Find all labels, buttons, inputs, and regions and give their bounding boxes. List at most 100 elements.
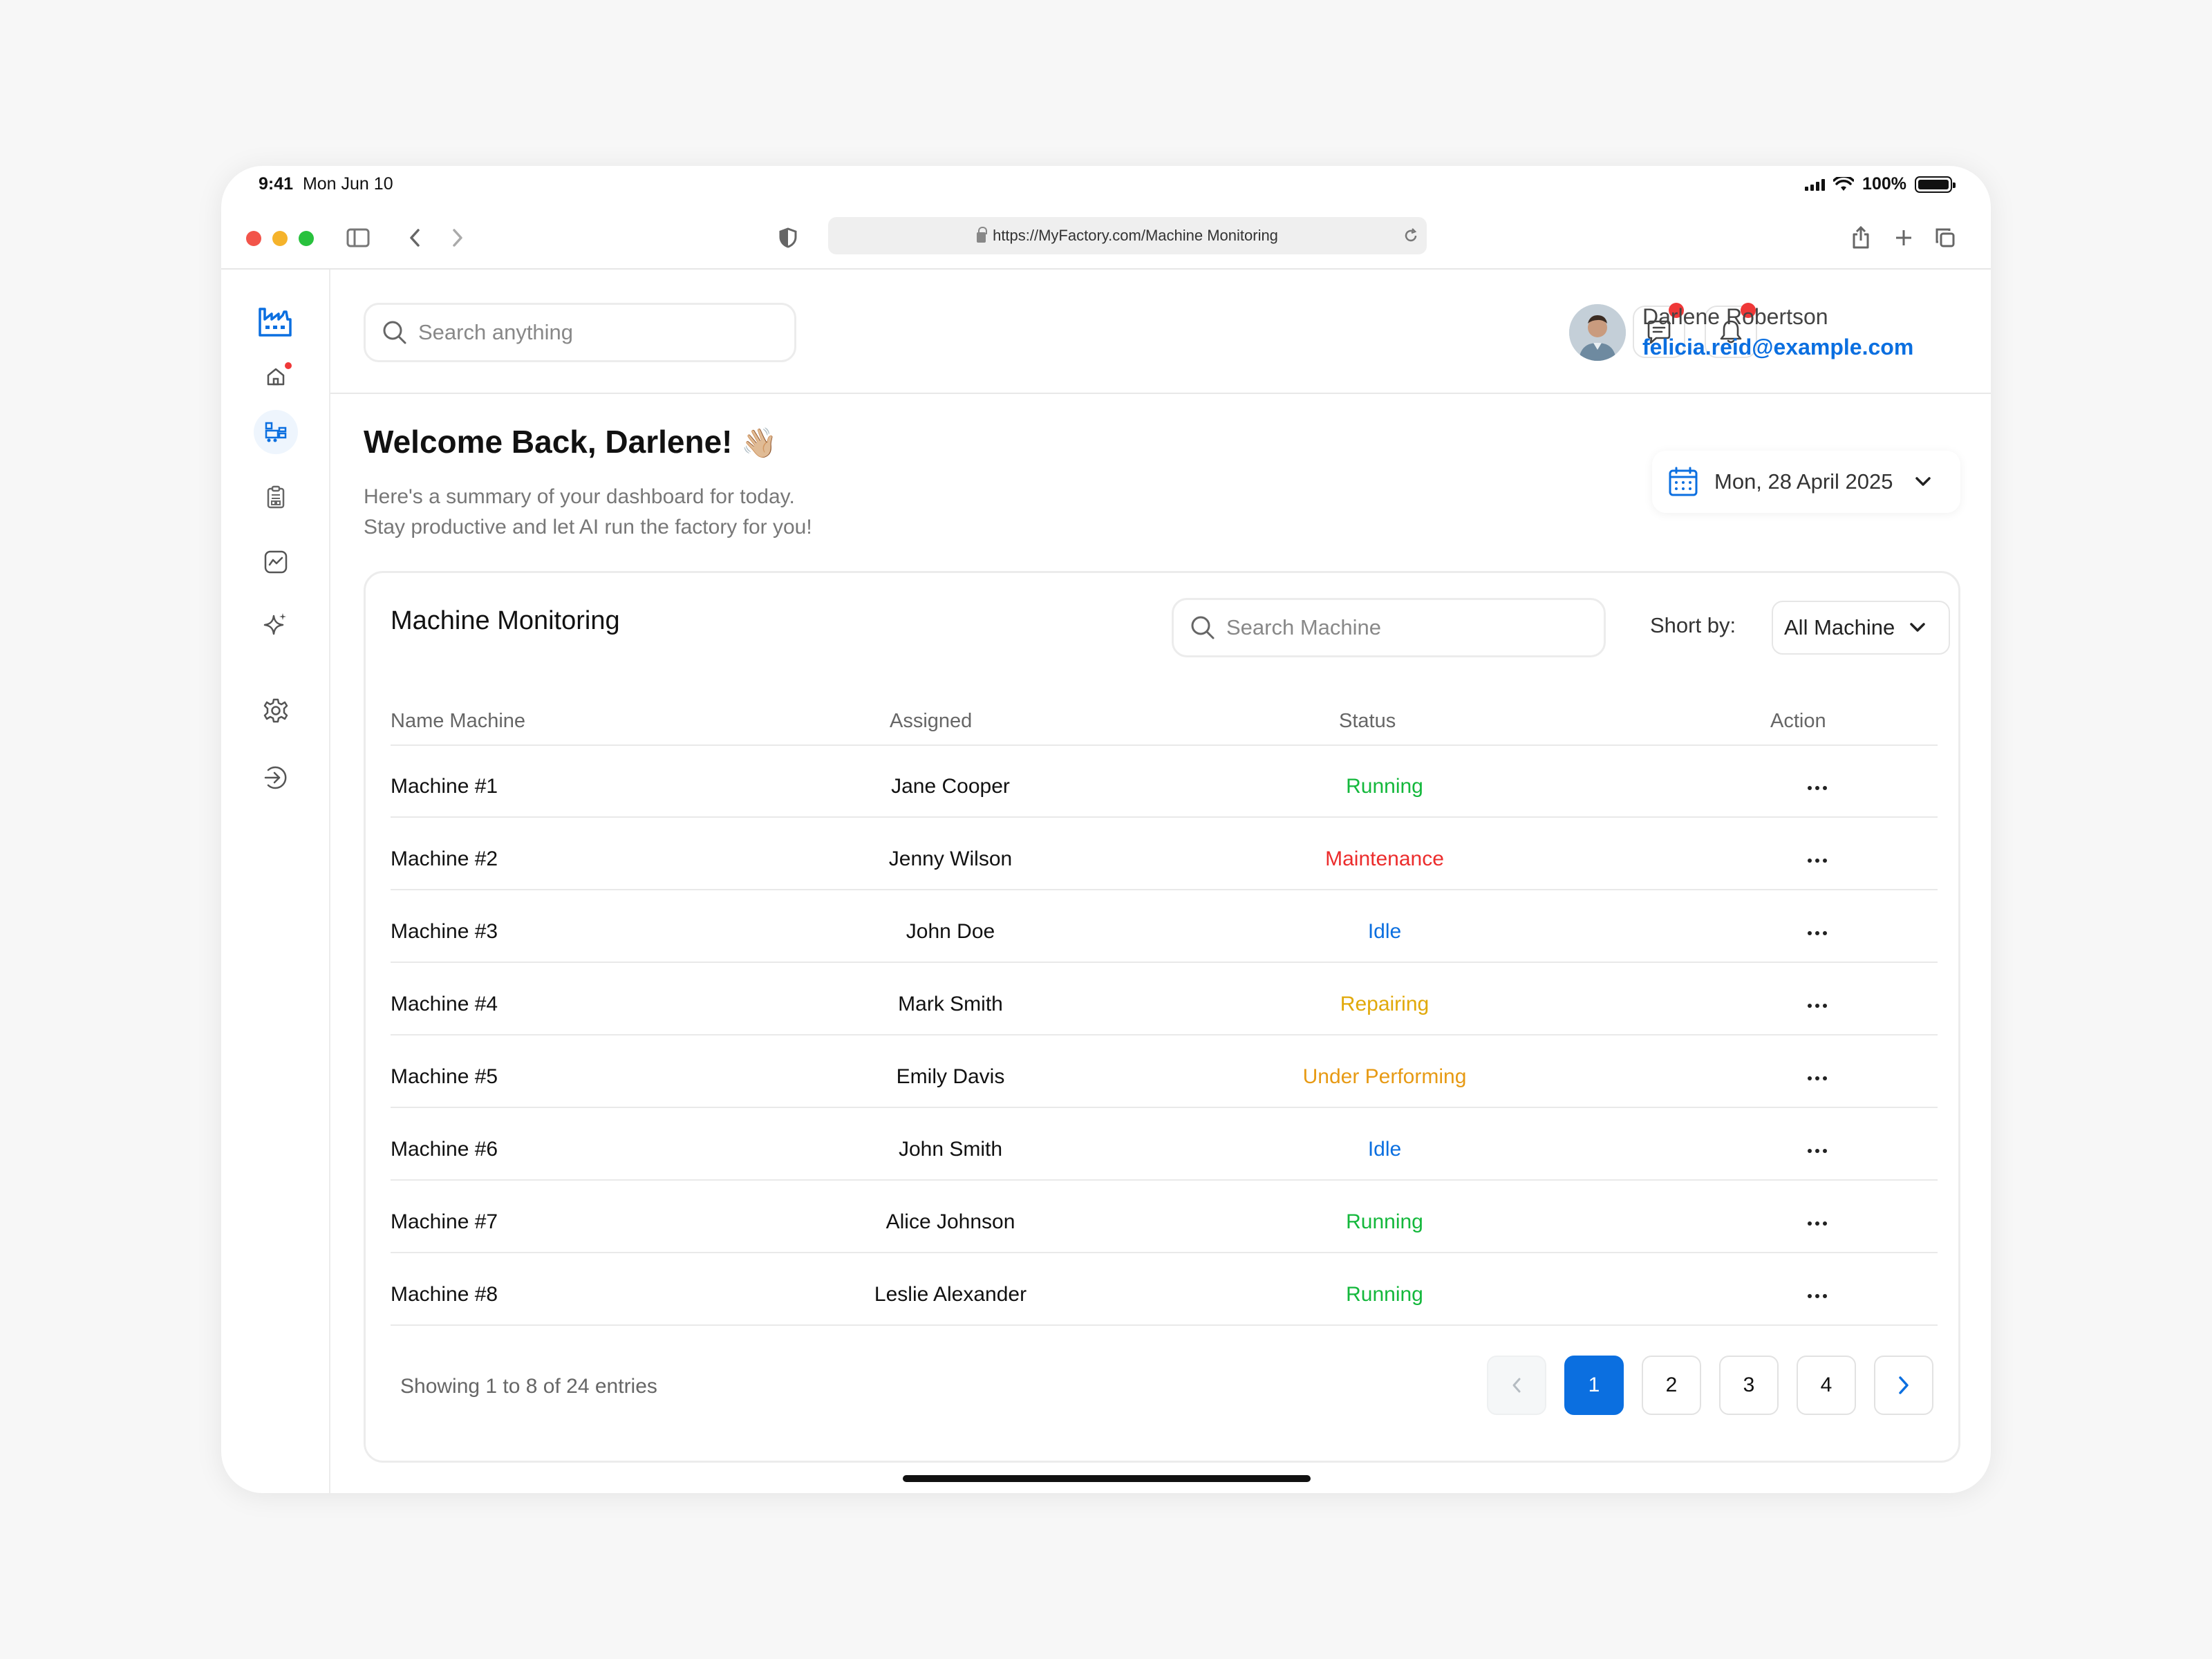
status-label: Maintenance xyxy=(1325,847,1444,870)
calendar-icon xyxy=(1669,467,1698,496)
chevron-right-icon xyxy=(1899,1376,1909,1394)
machine-name: Machine #2 xyxy=(391,847,498,870)
row-divider xyxy=(391,1107,1938,1108)
date-label: Mon, 28 April 2025 xyxy=(1714,469,1893,494)
status-label: Repairing xyxy=(1340,993,1430,1015)
tablet-frame: 9:41 Mon Jun 10 100% https://MyFactory.c… xyxy=(221,166,1991,1493)
assigned-person: Alice Johnson xyxy=(885,1210,1015,1233)
avatar[interactable] xyxy=(1569,304,1626,361)
row-divider xyxy=(391,962,1938,963)
logout-icon[interactable] xyxy=(259,760,293,795)
status-label: Running xyxy=(1346,775,1423,798)
new-tab-icon[interactable] xyxy=(1890,224,1918,252)
share-icon[interactable] xyxy=(1847,224,1875,252)
battery-icon xyxy=(1915,176,1956,193)
status-label: Running xyxy=(1346,1210,1423,1233)
welcome-subtitle-line1: Here's a summary of your dashboard for t… xyxy=(364,485,795,508)
forward-icon[interactable] xyxy=(444,224,471,252)
url-text: https://MyFactory.com/Machine Monitoring xyxy=(993,227,1278,244)
status-bar: 9:41 Mon Jun 10 100% xyxy=(221,166,1991,206)
more-actions-icon[interactable] xyxy=(1808,1294,1827,1298)
assigned-person: Jenny Wilson xyxy=(888,847,1013,870)
row-divider xyxy=(391,1324,1938,1326)
more-actions-icon[interactable] xyxy=(1808,859,1827,863)
machine-name: Machine #3 xyxy=(391,920,498,943)
row-divider xyxy=(391,889,1938,890)
shield-icon[interactable] xyxy=(774,224,802,252)
more-actions-icon[interactable] xyxy=(1808,931,1827,935)
status-label: Under Performing xyxy=(1302,1065,1467,1088)
clipboard-icon[interactable] xyxy=(259,480,293,514)
row-divider xyxy=(391,1034,1938,1035)
tabs-overview-icon[interactable] xyxy=(1931,224,1959,252)
back-icon[interactable] xyxy=(401,224,429,252)
page-button-4[interactable]: 4 xyxy=(1797,1356,1856,1415)
status-label: Running xyxy=(1346,1283,1423,1306)
next-page-button[interactable] xyxy=(1874,1356,1933,1415)
status-label: Idle xyxy=(1367,1138,1402,1161)
entries-info: Showing 1 to 8 of 24 entries xyxy=(400,1375,657,1398)
chevron-left-icon xyxy=(1512,1378,1521,1393)
user-email: felicia.reid@example.com xyxy=(1642,335,1914,359)
date-picker[interactable]: Mon, 28 April 2025 xyxy=(1652,451,1960,513)
ai-sparkle-icon[interactable] xyxy=(259,607,293,641)
welcome-heading: Welcome Back, Darlene! 👋🏼 xyxy=(364,424,778,460)
analytics-icon[interactable] xyxy=(259,545,293,579)
search-icon xyxy=(383,321,406,344)
machine-search-placeholder: Search Machine xyxy=(1226,615,1382,639)
home-notification-dot xyxy=(285,362,292,369)
column-header-assigned[interactable]: Assigned xyxy=(890,710,972,733)
settings-icon[interactable] xyxy=(259,693,293,728)
table-header-divider xyxy=(391,744,1938,746)
search-icon xyxy=(1191,616,1215,639)
welcome-subtitle-line2: Stay productive and let AI run the facto… xyxy=(364,516,812,538)
home-icon[interactable] xyxy=(259,359,293,394)
address-bar[interactable]: https://MyFactory.com/Machine Monitoring xyxy=(828,217,1427,254)
machine-icon[interactable] xyxy=(254,410,298,454)
lock-icon xyxy=(977,226,988,243)
close-window-button[interactable] xyxy=(246,231,261,246)
maximize-window-button[interactable] xyxy=(299,231,314,246)
more-actions-icon[interactable] xyxy=(1808,1076,1827,1080)
column-header-name[interactable]: Name Machine xyxy=(391,710,525,733)
prev-page-button[interactable] xyxy=(1487,1356,1546,1415)
page-button-1[interactable]: 1 xyxy=(1564,1356,1624,1415)
minimize-window-button[interactable] xyxy=(272,231,288,246)
assigned-person: John Smith xyxy=(898,1138,1003,1161)
row-divider xyxy=(391,1179,1938,1181)
machine-name: Machine #1 xyxy=(391,775,498,798)
user-name: Darlene Robertson xyxy=(1642,304,1828,329)
more-actions-icon[interactable] xyxy=(1808,1149,1827,1153)
assigned-person: John Doe xyxy=(906,920,995,943)
more-actions-icon[interactable] xyxy=(1808,786,1827,790)
sort-value: All Machine xyxy=(1784,615,1895,639)
assigned-person: Emily Davis xyxy=(896,1065,1005,1088)
signal-icon xyxy=(1805,178,1826,191)
machine-name: Machine #4 xyxy=(391,993,498,1015)
machine-search-input[interactable]: Search Machine xyxy=(1172,598,1606,657)
page-button-2[interactable]: 2 xyxy=(1642,1356,1701,1415)
home-indicator xyxy=(903,1475,1311,1482)
global-search-placeholder: Search anything xyxy=(418,320,574,344)
sidebar-toggle-icon[interactable] xyxy=(344,224,372,252)
assigned-person: Jane Cooper xyxy=(891,775,1010,798)
sort-label: Short by: xyxy=(1650,613,1736,637)
more-actions-icon[interactable] xyxy=(1808,1221,1827,1226)
more-actions-icon[interactable] xyxy=(1808,1004,1827,1008)
column-header-action[interactable]: Action xyxy=(1770,710,1826,733)
machine-name: Machine #8 xyxy=(391,1283,498,1306)
wifi-icon xyxy=(1833,176,1855,191)
reload-icon[interactable] xyxy=(1403,228,1418,243)
global-search-input[interactable]: Search anything xyxy=(364,303,796,362)
machine-name: Machine #5 xyxy=(391,1065,498,1088)
card-title: Machine Monitoring xyxy=(391,606,620,635)
column-header-status[interactable]: Status xyxy=(1339,710,1396,733)
sort-select[interactable]: All Machine xyxy=(1772,601,1950,655)
sort-chevron-down-icon xyxy=(1910,623,1925,632)
assigned-person: Leslie Alexander xyxy=(874,1283,1027,1306)
wave-emoji: 👋🏼 xyxy=(741,427,778,459)
machine-name: Machine #7 xyxy=(391,1210,498,1233)
page-button-3[interactable]: 3 xyxy=(1719,1356,1779,1415)
top-header: Search anything Darlene Robertson felici… xyxy=(330,270,1991,394)
factory-logo-icon[interactable] xyxy=(247,297,303,346)
